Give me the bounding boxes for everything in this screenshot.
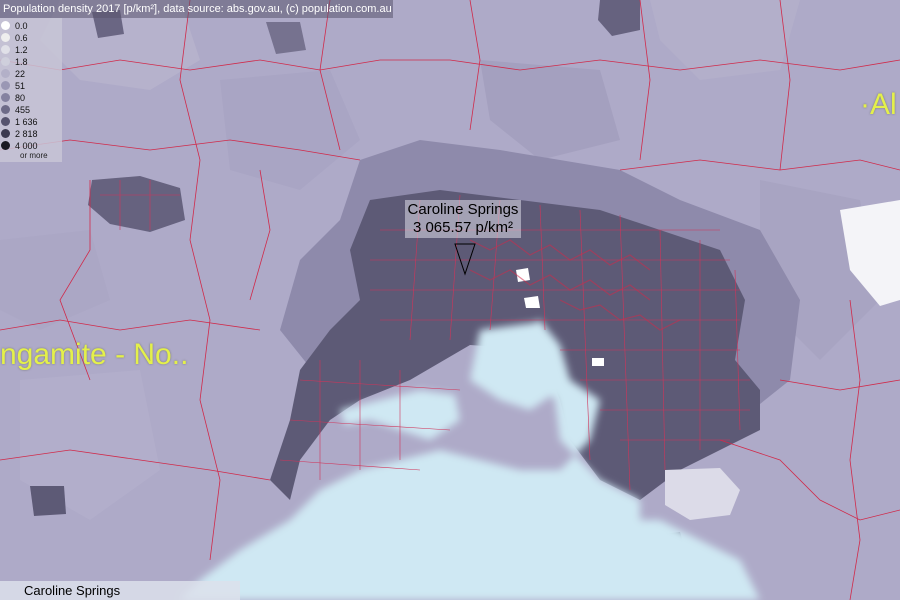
map-title: Population density 2017 [p/km²], data so… [3,3,392,15]
status-location-name: Caroline Springs [24,583,121,598]
callout-location-name: Caroline Springs [407,201,519,218]
urban-cluster-south [30,486,66,516]
region-label-east: ·Al [860,88,897,121]
legend-swatch-3 [1,57,10,66]
population-density-map[interactable] [0,0,900,600]
legend-swatch-6 [1,93,10,102]
legend-swatch-10 [1,141,10,150]
callout-density-value: 3 065.57 p/km² [412,219,514,236]
legend-swatch-8 [1,117,10,126]
callout-box: Caroline Springs 3 065.57 p/km² [404,200,522,238]
location-status-bar: Caroline Springs [0,581,240,600]
legend-swatch-7 [1,105,10,114]
map-canvas [0,0,900,600]
region-label-west: ngamite - No.. [0,338,189,371]
legend-swatch-5 [1,81,10,90]
location-callout[interactable]: Caroline Springs 3 065.57 p/km² [403,200,523,238]
density-legend: 0.0 0.6 1.2 1.8 22 51 80 455 1 636 2 818… [0,18,62,162]
legend-swatch-0 [1,21,10,30]
legend-more-label: or more [20,151,48,160]
map-title-bar: Population density 2017 [p/km²], data so… [0,0,393,18]
legend-swatch-9 [1,129,10,138]
low-density-area [592,358,604,366]
low-density-area [524,296,540,308]
legend-swatch-4 [1,69,10,78]
legend-swatch-1 [1,33,10,42]
legend-swatch-2 [1,45,10,54]
